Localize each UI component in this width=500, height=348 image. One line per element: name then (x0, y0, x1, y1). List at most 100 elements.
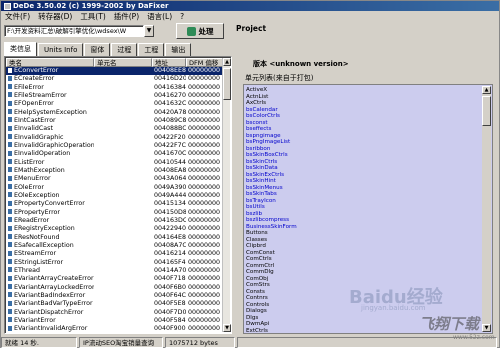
cell-dfm: 00000000 (188, 150, 221, 158)
class-icon (8, 309, 12, 315)
tab-project[interactable]: 工程 (138, 43, 165, 56)
scroll-thumb[interactable] (223, 68, 231, 100)
cell-dfm: 00000000 (188, 141, 221, 149)
cell-class: ECreateError (6, 75, 94, 83)
cell-class: EInvalidCast (6, 125, 94, 133)
menu-help[interactable]: ? (180, 12, 184, 22)
class-icon (8, 267, 12, 273)
scroll-up-icon[interactable]: ▲ (482, 86, 491, 94)
cell-address: 0041670C (154, 150, 186, 158)
cell-address: 0040F584 (154, 316, 186, 324)
table-row[interactable]: EFOpenError 0041632C 00000000 (6, 100, 224, 108)
list-scrollbar[interactable]: ▲ ▼ (222, 58, 231, 332)
tab-units-info[interactable]: Units Info (38, 43, 84, 56)
class-icon (8, 217, 12, 223)
class-icon (8, 109, 12, 115)
cell-unit (94, 84, 152, 92)
table-row[interactable]: EReadError 004163DC 00000000 (6, 217, 224, 225)
table-row[interactable]: EVariantArrayLockedError 0040F6B0 00000000 (6, 284, 224, 292)
table-row[interactable]: EFileStreamError 00416270 00000000 (6, 92, 224, 100)
scroll-down-icon[interactable]: ▼ (482, 324, 491, 332)
cell-unit (94, 192, 152, 200)
status-ready: 就绪 14 秒. (1, 337, 77, 348)
menu-tools[interactable]: 工具(T) (80, 12, 105, 22)
cell-dfm: 00000000 (188, 300, 221, 308)
cell-class: EVariantBadIndexError (6, 292, 94, 300)
table-row[interactable]: EVariantBadVarTypeError 0040F5E8 00000000 (6, 300, 224, 308)
app-icon (4, 2, 11, 10)
table-row[interactable]: EListError 00410544 00000000 (6, 159, 224, 167)
chevron-down-icon[interactable]: ▼ (144, 25, 154, 37)
class-icon (8, 175, 12, 181)
unit-scrollbar[interactable]: ▲ ▼ (482, 86, 491, 332)
scroll-thumb[interactable] (482, 96, 491, 126)
table-row[interactable]: EVariantBadIndexError 0040F64C 00000000 (6, 292, 224, 300)
table-row[interactable]: EHelpSystemException 00420A78 00000000 (6, 109, 224, 117)
cell-address: 00410544 (154, 158, 186, 166)
table-row[interactable]: EStringListError 004165F4 00000000 (6, 259, 224, 267)
cell-class: EVariantArrayLockedError (6, 284, 94, 292)
table-row[interactable]: EMathException 00408EA8 00000000 (6, 167, 224, 175)
class-icon (8, 117, 12, 123)
table-row[interactable]: EInvalidOperation 0041670C 00000000 (6, 150, 224, 158)
table-row[interactable]: ERegistryException 00422940 00000000 (6, 225, 224, 233)
cell-unit (94, 250, 152, 258)
menu-language[interactable]: 语言(L) (147, 12, 172, 22)
menu-dumper[interactable]: 转存器(D) (38, 12, 72, 22)
table-row[interactable]: EOleError 0049A390 00000000 (6, 184, 224, 192)
table-row[interactable]: EPropertyError 004150D8 00000000 (6, 209, 224, 217)
table-row[interactable]: EInvalidGraphic 00422F20 00000000 (6, 134, 224, 142)
table-row[interactable]: EConvertError 00408EE8 00000000 (6, 67, 224, 76)
cell-dfm: 00000000 (188, 125, 221, 133)
cell-class: EStreamError (6, 250, 94, 258)
cell-class: EInvalidGraphic (6, 134, 94, 142)
file-path-combobox[interactable]: F:\开发资料汇总\破解引擎优化\wdsex\W (4, 25, 144, 37)
table-row[interactable]: EVariantDispatchError 0040F7D0 00000000 (6, 309, 224, 317)
tab-output[interactable]: 输出 (165, 43, 192, 56)
table-row[interactable]: EStreamError 00416214 00000000 (6, 250, 224, 258)
class-list-view[interactable]: 类名 单元名 地址 DFM 偏移 EConvertError 00408EE8 00… (4, 56, 232, 334)
scroll-down-icon[interactable]: ▼ (223, 324, 231, 332)
class-icon (8, 167, 12, 173)
table-row[interactable]: EPropertyConvertError 00415134 00000000 (6, 200, 224, 208)
class-icon (8, 300, 12, 306)
cell-class: EFOpenError (6, 100, 94, 108)
cell-address: 0040F5E8 (154, 300, 186, 308)
cell-unit (94, 167, 152, 175)
table-row[interactable]: EThread 00414A70 00000000 (6, 267, 224, 275)
table-row[interactable]: EVariantArrayCreateError 0040F718 00000000 (6, 275, 224, 283)
table-row[interactable]: EResNotFound 004164E8 00000000 (6, 234, 224, 242)
table-row[interactable]: EOleException 0049A444 00000000 (6, 192, 224, 200)
table-row[interactable]: ESafecallException 00408A7C 00000000 (6, 242, 224, 250)
col-unit-name[interactable]: 单元名 (94, 58, 152, 67)
cell-address: 004165F4 (154, 258, 186, 266)
col-address[interactable]: 地址 (152, 58, 186, 67)
cell-dfm: 00000000 (188, 225, 221, 233)
class-icon (8, 192, 12, 198)
table-row[interactable]: EVariantInvalidArgError 0040F900 00000000 (6, 325, 224, 332)
scroll-up-icon[interactable]: ▲ (223, 58, 231, 66)
class-icon (8, 67, 12, 73)
table-row[interactable]: EInvalidGraphicOperation 00422F7C 00000000 (6, 142, 224, 150)
table-row[interactable]: EVariantError 0040F584 00000000 (6, 317, 224, 325)
tab-procedures[interactable]: 过程 (111, 43, 138, 56)
table-row[interactable]: EMenuError 0043A064 00000000 (6, 175, 224, 183)
table-row[interactable]: EIntCastError 004089C8 00000000 (6, 117, 224, 125)
menu-plugins[interactable]: 插件(P) (114, 12, 139, 22)
cell-unit (94, 150, 152, 158)
table-row[interactable]: EFileError 00416384 00000000 (6, 84, 224, 92)
table-row[interactable]: EInvalidCast 004088BC 00000000 (6, 125, 224, 133)
tab-class-info[interactable]: 类信息 (4, 42, 37, 56)
cell-class: EVariantError (6, 317, 94, 325)
cell-class: EVariantInvalidArgError (6, 325, 94, 332)
tab-forms[interactable]: 窗体 (84, 43, 111, 56)
menu-file[interactable]: 文件(F) (5, 12, 30, 22)
col-class-name[interactable]: 类名 (6, 58, 94, 67)
col-dfm-offset[interactable]: DFM 偏移 (186, 58, 224, 67)
cell-class: EHelpSystemException (6, 109, 94, 117)
cell-unit (94, 292, 152, 300)
title-bar[interactable]: DeDe 3.50.02 (c) 1999-2002 by DaFixer (1, 1, 499, 11)
table-row[interactable]: ECreateError 00416D20 00000000 (6, 75, 224, 83)
process-button[interactable]: 处理 (176, 23, 224, 39)
cell-address: 00408EA8 (154, 166, 186, 174)
